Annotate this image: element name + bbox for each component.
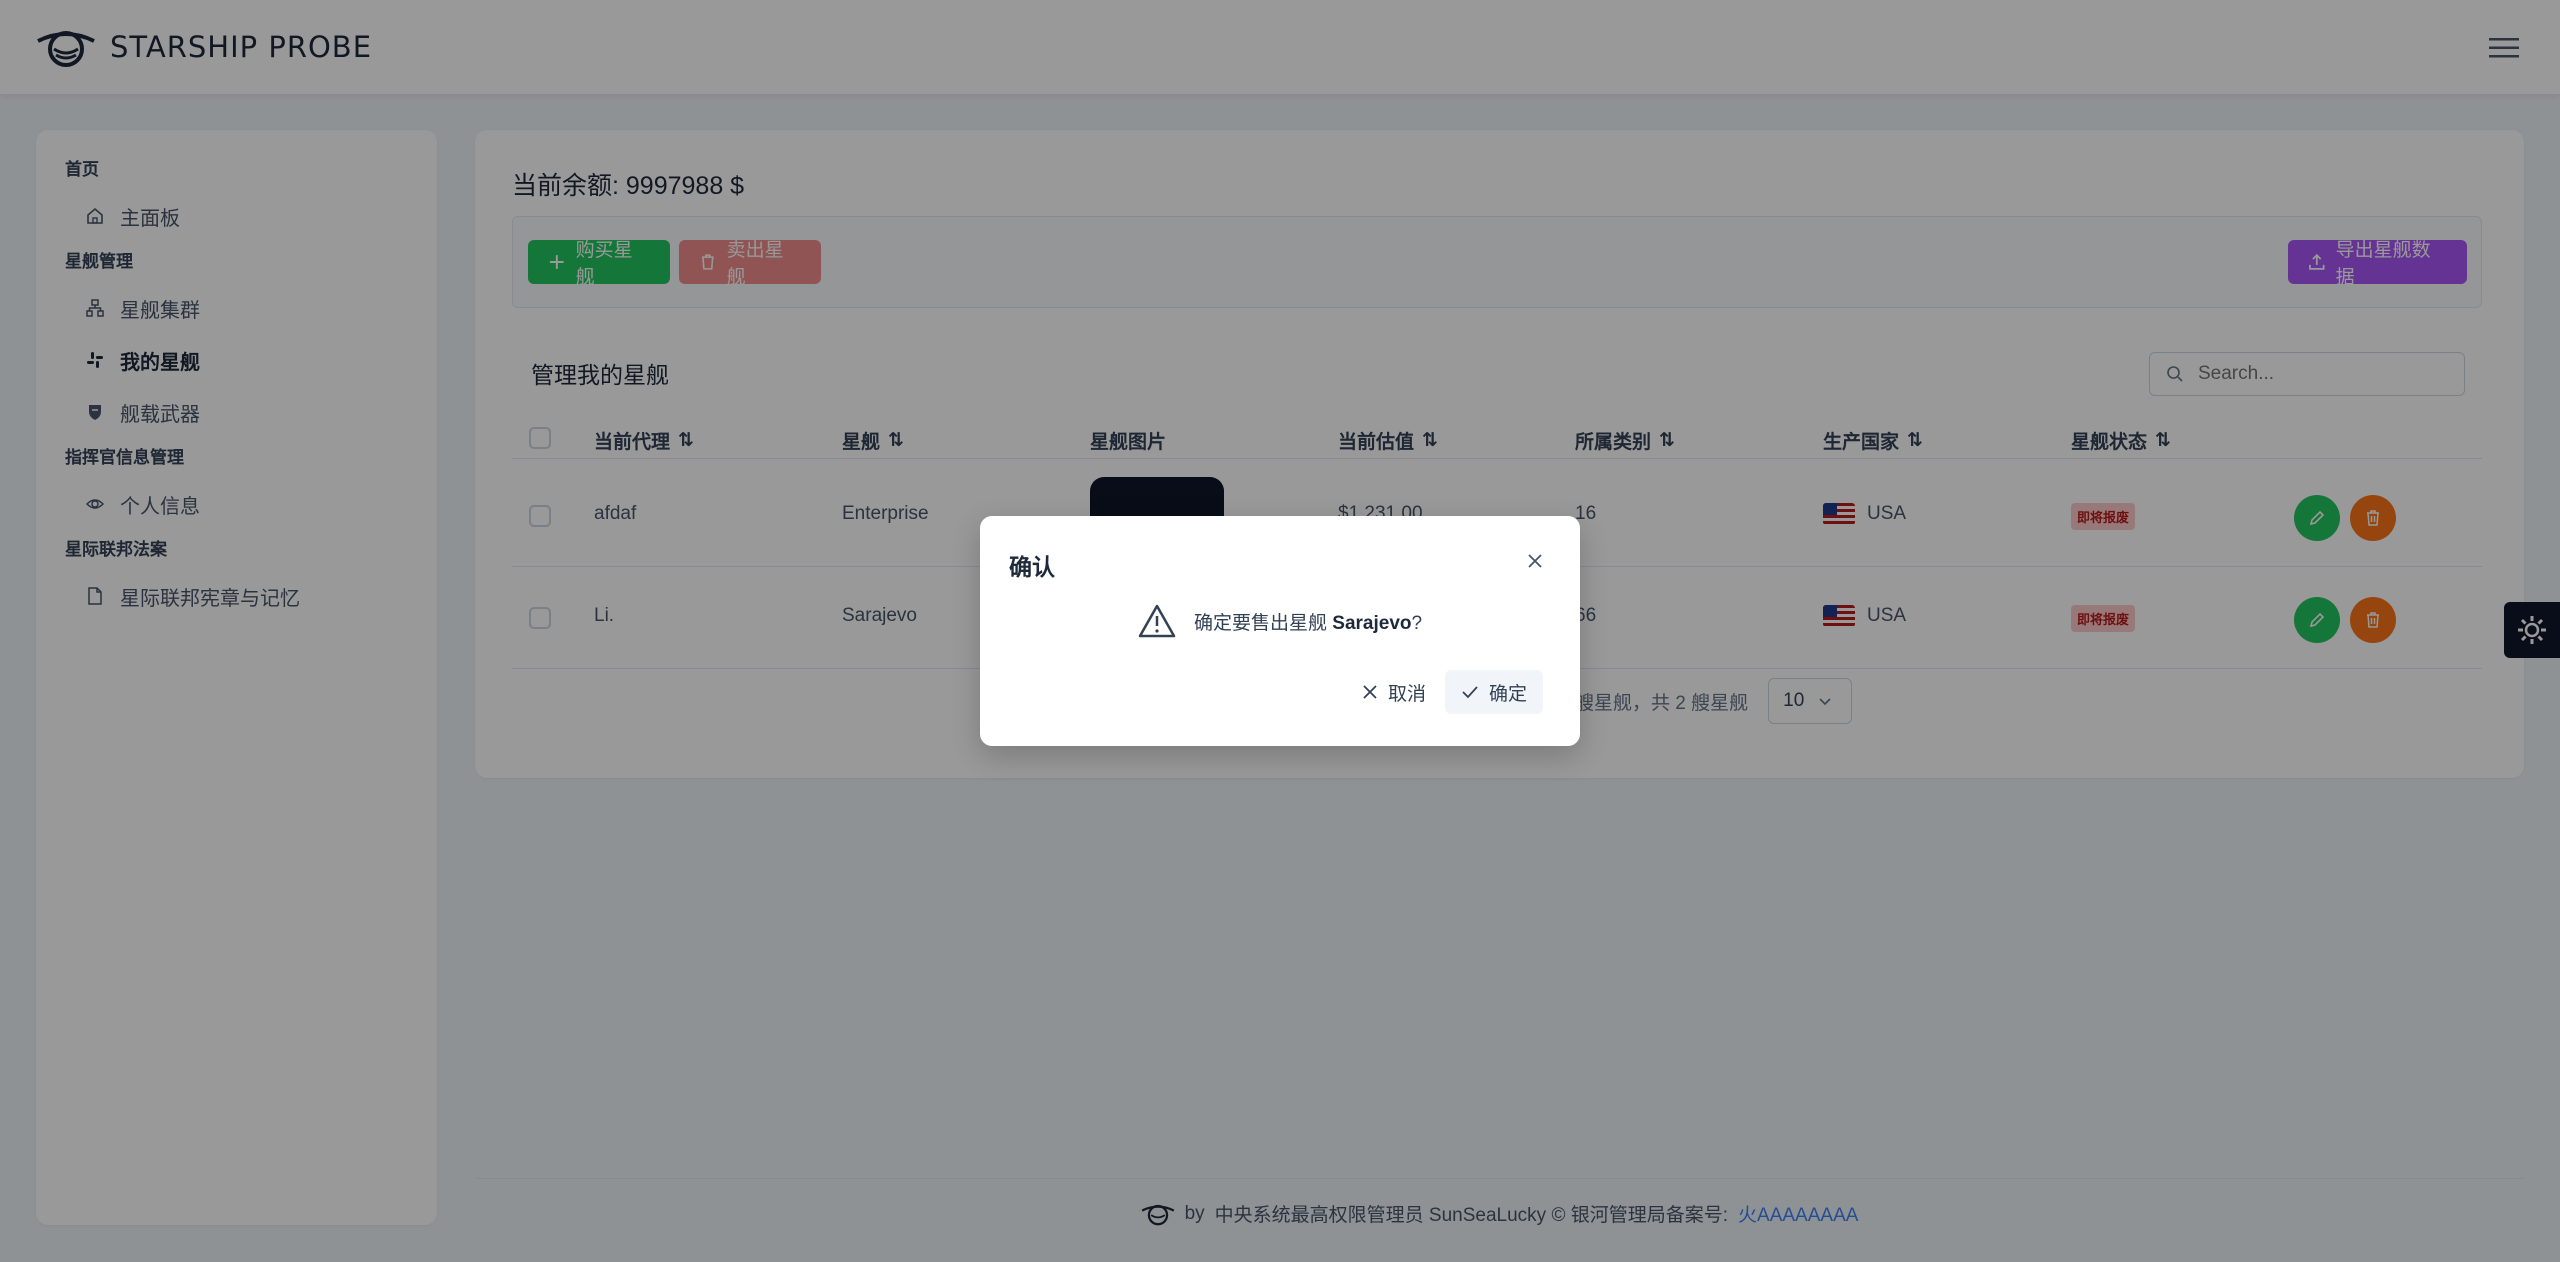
check-icon <box>1462 686 1478 699</box>
dialog-message: 确定要售出星舰 Sarajevo? <box>1138 604 1422 638</box>
dialog-message-prefix: 确定要售出星舰 <box>1194 612 1328 634</box>
dialog-title: 确认 <box>1009 554 1055 580</box>
cancel-label: 取消 <box>1388 683 1427 705</box>
close-icon <box>1363 685 1377 699</box>
confirm-dialog: 确认 确定要售出星舰 Sarajevo? 取消 确定 <box>980 516 1580 746</box>
dialog-close-button[interactable] <box>1520 546 1550 576</box>
confirm-label: 确定 <box>1489 683 1528 705</box>
cancel-button[interactable]: 取消 <box>1346 670 1442 714</box>
dialog-message-suffix: ? <box>1411 612 1423 634</box>
confirm-button[interactable]: 确定 <box>1445 670 1544 714</box>
dialog-ship-name: Sarajevo <box>1332 612 1412 634</box>
close-icon <box>1528 554 1542 568</box>
warning-icon <box>1138 604 1176 638</box>
